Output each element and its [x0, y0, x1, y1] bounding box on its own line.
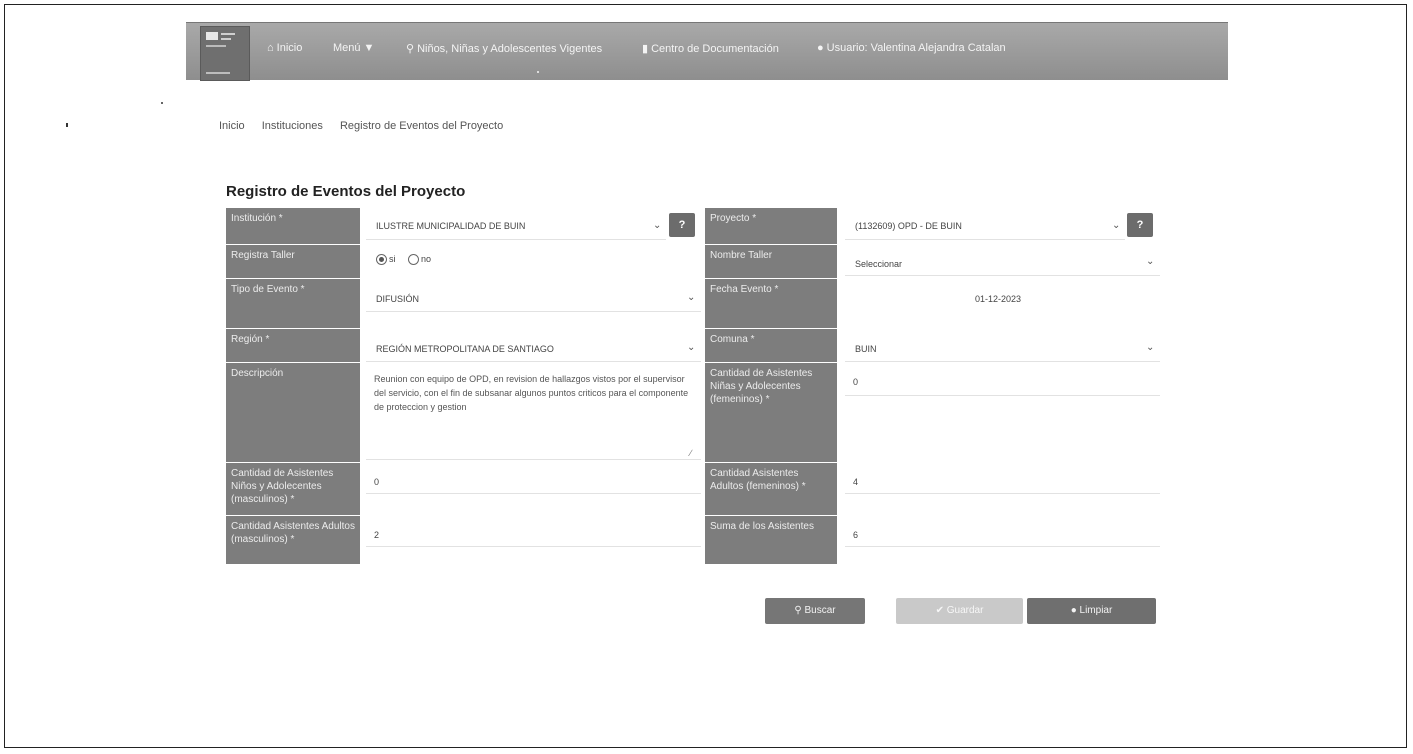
region-select[interactable]: REGIÓN METROPOLITANA DE SANTIAGO — [366, 336, 701, 362]
suma-input: 6 — [845, 523, 1160, 547]
scan-mark — [66, 123, 68, 127]
label-adultos-fem: Cantidad Asistentes Adultos (femeninos) … — [705, 463, 837, 515]
institucion-select[interactable]: ILUSTRE MUNICIPALIDAD DE BUIN — [366, 212, 666, 240]
comuna-select[interactable]: BUIN — [845, 336, 1160, 362]
label-suma: Suma de los Asistentes — [705, 516, 837, 564]
limpiar-button[interactable]: ● Limpiar — [1027, 598, 1156, 624]
breadcrumb: Inicio Instituciones Registro de Eventos… — [219, 120, 517, 132]
breadcrumb-item[interactable]: Instituciones — [262, 120, 323, 132]
nav-ninos[interactable]: ⚲ Niños, Niñas y Adolescentes Vigentes — [406, 42, 602, 55]
radio-on-icon — [376, 254, 387, 266]
scan-mark — [537, 71, 539, 73]
breadcrumb-item: Registro de Eventos del Proyecto — [339, 120, 504, 132]
radio-off-icon — [408, 254, 420, 266]
chevron-down-icon: ⌄ — [1112, 220, 1121, 231]
home-icon: ⌂ — [267, 42, 274, 54]
adultos-fem-input[interactable]: 4 — [845, 470, 1160, 494]
label-fecha-evento: Fecha Evento * — [705, 279, 837, 328]
check-icon: ✔ — [935, 605, 944, 616]
label-region: Región * — [226, 329, 360, 362]
label-proyecto: Proyecto * — [705, 208, 837, 244]
label-descripcion: Descripción — [226, 363, 360, 462]
asist-ninas-input[interactable]: 0 — [845, 372, 1160, 396]
page-title: Registro de Eventos del Proyecto — [226, 183, 466, 200]
label-registra-taller: Registra Taller — [226, 245, 360, 278]
radio-si[interactable]: si — [376, 254, 396, 266]
guardar-button[interactable]: ✔ Guardar — [896, 598, 1023, 624]
label-asist-ninas: Cantidad de Asistentes Niñas y Adolecent… — [705, 363, 837, 462]
chevron-down-icon: ⌄ — [653, 220, 662, 231]
nav-inicio[interactable]: ⌂ Inicio — [267, 42, 302, 54]
asist-ninos-input[interactable]: 0 — [366, 470, 701, 494]
nombre-taller-select[interactable]: Seleccionar — [845, 252, 1160, 276]
label-tipo-evento: Tipo de Evento * — [226, 279, 360, 328]
scan-mark — [161, 102, 163, 104]
nav-menu[interactable]: Menú ▼ — [333, 42, 377, 54]
adultos-masc-input[interactable]: 2 — [366, 523, 701, 547]
breadcrumb-item[interactable]: Inicio — [219, 120, 245, 132]
label-comuna: Comuna * — [705, 329, 837, 362]
search-icon: ⚲ — [794, 605, 802, 616]
descripcion-textarea[interactable]: Reunion con equipo de OPD, en revision d… — [366, 368, 701, 460]
document-icon: ▮ — [642, 43, 649, 55]
chevron-down-icon: ⌄ — [687, 342, 696, 353]
registra-taller-radios: si no — [376, 253, 496, 269]
label-asist-ninos: Cantidad de Asistentes Niños y Adolecent… — [226, 463, 360, 515]
label-institucion: Institución * — [226, 208, 360, 244]
label-adultos-masc: Cantidad Asistentes Adultos (masculinos)… — [226, 516, 360, 564]
nav-usuario[interactable]: ● Usuario: Valentina Alejandra Catalan — [817, 42, 1006, 54]
buscar-button[interactable]: ⚲ Buscar — [765, 598, 865, 624]
search-icon: ⚲ — [406, 43, 415, 55]
question-icon[interactable]: ? — [1127, 213, 1153, 237]
chevron-down-icon: ⌄ — [687, 292, 696, 303]
proyecto-select[interactable]: (1132609) OPD - DE BUIN — [845, 212, 1125, 240]
tipo-evento-select[interactable]: DIFUSIÓN — [366, 286, 701, 312]
circle-icon: ● — [1070, 605, 1077, 616]
resize-handle-icon[interactable]: ∕ — [690, 448, 692, 458]
fecha-evento-input[interactable]: 01-12-2023 — [845, 286, 1160, 312]
radio-no[interactable]: no — [408, 254, 431, 266]
chevron-down-icon: ⌄ — [1146, 256, 1155, 267]
label-nombre-taller: Nombre Taller — [705, 245, 837, 278]
user-icon: ● — [817, 42, 824, 54]
caret-down-icon: ▼ — [363, 42, 375, 54]
nav-centro-documentacion[interactable]: ▮ Centro de Documentación — [642, 42, 779, 55]
question-icon[interactable]: ? — [669, 213, 695, 237]
institution-logo[interactable] — [200, 26, 250, 81]
chevron-down-icon: ⌄ — [1146, 342, 1155, 353]
